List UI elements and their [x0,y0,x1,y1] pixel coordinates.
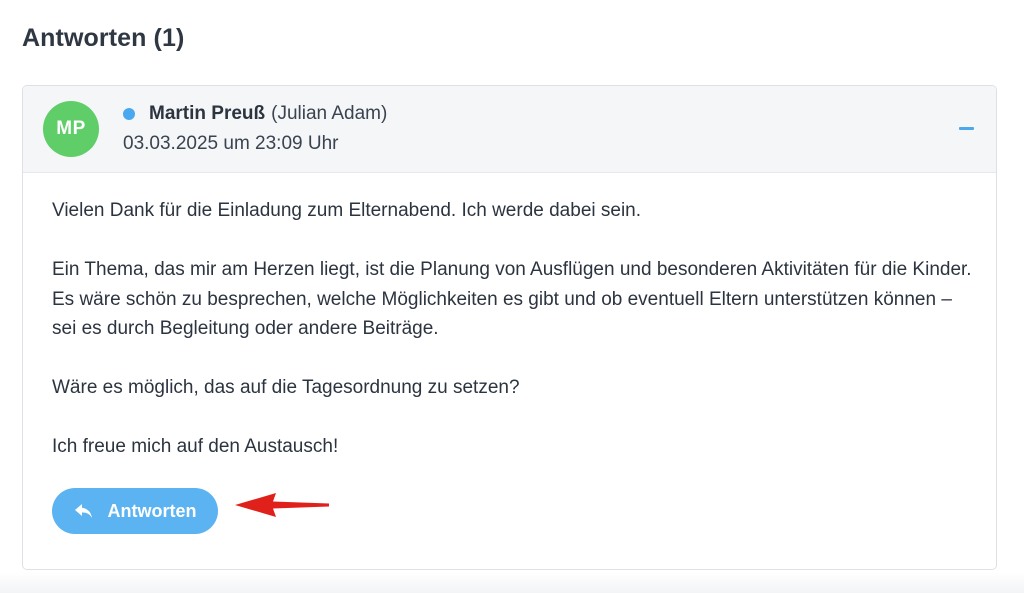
reply-paragraph: Wäre es möglich, das auf die Tagesordnun… [52,377,520,398]
reply-paragraph: Ich freue mich auf den Austausch! [52,436,339,457]
reply-body: Vielen Dank für die Einladung zum Eltern… [52,196,972,491]
reply-arrow-icon [74,504,92,518]
reply-header: MP Martin Preuß (Julian Adam) 03.03.2025… [23,86,996,173]
section-title: Antworten (1) [22,24,185,52]
author-line: Martin Preuß (Julian Adam) [123,103,387,125]
author-alias: (Julian Adam) [271,103,388,124]
online-status-dot [123,108,135,120]
reply-button[interactable]: Antworten [52,488,218,534]
minus-icon [958,126,974,130]
reply-button-label: Antworten [107,500,197,521]
reply-timestamp: 03.03.2025 um 23:09 Uhr [123,133,339,154]
avatar: MP [43,101,99,157]
page: Antworten (1) MP Martin Preuß (Julian Ad… [0,0,1024,593]
annotation-arrow-icon [235,493,329,517]
reply-paragraph: Vielen Dank für die Einladung zum Eltern… [52,200,642,221]
reply-card: MP Martin Preuß (Julian Adam) 03.03.2025… [22,85,997,570]
author-name: Martin Preuß [149,103,266,124]
collapse-button[interactable] [954,116,978,140]
reply-paragraph: Ein Thema, das mir am Herzen liegt, ist … [52,259,972,339]
